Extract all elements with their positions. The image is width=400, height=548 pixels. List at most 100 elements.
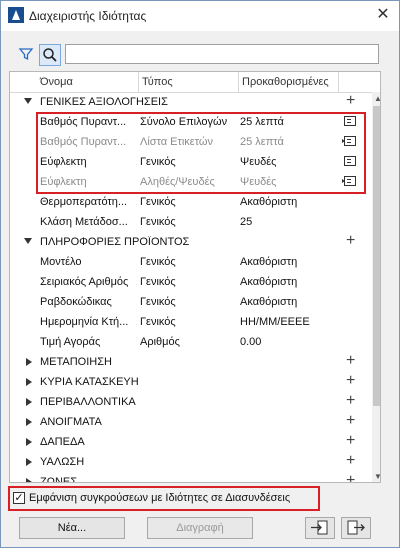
new-button[interactable]: Νέα...	[19, 517, 125, 539]
expand-triangle-icon[interactable]	[24, 238, 32, 244]
property-name: Τιμή Αγοράς	[40, 336, 101, 348]
column-header-default[interactable]: Προκαθορισμένες	[242, 76, 329, 88]
add-property-icon[interactable]: +	[346, 93, 355, 109]
property-name: Θερμοπερατότη...	[40, 196, 128, 208]
table-row[interactable]: Θερμοπερατότη... Γενικός Ακαθόριστη	[10, 192, 372, 212]
group-row[interactable]: ΔΑΠΕΔΑ +	[10, 432, 372, 452]
group-name: ΖΩΝΕΣ	[40, 476, 78, 483]
table-row[interactable]: Κλάση Μετάδοσ... Γενικός 25	[10, 212, 372, 232]
add-property-icon[interactable]: +	[346, 413, 355, 429]
table-row[interactable]: Σειριακός Αριθμός Γενικός Ακαθόριστη	[10, 272, 372, 292]
list-icon[interactable]	[344, 116, 356, 126]
search-icon[interactable]	[39, 44, 61, 66]
search-input[interactable]	[65, 44, 379, 64]
add-property-icon[interactable]: +	[346, 433, 355, 449]
scrollbar-thumb[interactable]	[373, 106, 380, 406]
list-link-icon[interactable]	[342, 176, 356, 186]
add-property-icon[interactable]: +	[346, 473, 355, 483]
group-row[interactable]: ΓΕΝΙΚΕΣ ΑΞΙΟΛΟΓΗΣΕΙΣ +	[10, 92, 372, 112]
close-icon[interactable]: ✕	[373, 5, 393, 25]
property-type: Γενικός	[140, 316, 176, 328]
column-header-type[interactable]: Τύπος	[142, 76, 173, 88]
property-name: Κλάση Μετάδοσ...	[40, 216, 128, 228]
table-row[interactable]: Εύφλεκτη Γενικός Ψευδές	[10, 152, 372, 172]
table-row[interactable]: Εύφλεκτη Αληθές/Ψευδές Ψευδές	[10, 172, 372, 192]
expand-triangle-icon[interactable]	[24, 98, 32, 104]
title-bar: Διαχειριστής Ιδιότητας ✕	[1, 1, 399, 31]
property-name: Ραβδοκώδικας	[40, 296, 112, 308]
property-name: Βαθμός Πυραντ...	[40, 136, 127, 148]
property-type: Γενικός	[140, 216, 176, 228]
list-icon[interactable]	[344, 156, 356, 166]
list-link-icon[interactable]	[342, 136, 356, 146]
collapse-triangle-icon[interactable]	[26, 418, 32, 426]
group-row[interactable]: ΜΕΤΑΠΟΙΗΣΗ +	[10, 352, 372, 372]
group-name: ΠΛΗΡΟΦΟΡΙΕΣ ΠΡΟΪΟΝΤΟΣ	[40, 236, 190, 248]
window-title: Διαχειριστής Ιδιότητας	[29, 9, 147, 23]
add-property-icon[interactable]: +	[346, 353, 355, 369]
group-name: ΓΕΝΙΚΕΣ ΑΞΙΟΛΟΓΗΣΕΙΣ	[40, 96, 168, 108]
collapse-triangle-icon[interactable]	[26, 478, 32, 482]
show-conflicts-checkbox[interactable]: ✓	[13, 492, 25, 504]
group-name: ΥΑΛΩΣΗ	[40, 456, 85, 468]
property-type: Γενικός	[140, 196, 176, 208]
group-row[interactable]: ΠΛΗΡΟΦΟΡΙΕΣ ΠΡΟΪΟΝΤΟΣ +	[10, 232, 372, 252]
property-type: Γενικός	[140, 276, 176, 288]
collapse-triangle-icon[interactable]	[26, 458, 32, 466]
property-default: Ακαθόριστη	[240, 276, 298, 288]
add-property-icon[interactable]: +	[346, 453, 355, 469]
import-button[interactable]	[305, 517, 335, 539]
group-row[interactable]: ΠΕΡΙΒΑΛΛΟΝΤΙΚΑ +	[10, 392, 372, 412]
property-type: Γενικός	[140, 156, 176, 168]
property-manager-window: Διαχειριστής Ιδιότητας ✕ Όνομα Τύπος Προ…	[0, 0, 400, 548]
property-default: Ακαθόριστη	[240, 256, 298, 268]
property-list: Όνομα Τύπος Προκαθορισμένες ΓΕΝΙΚΕΣ ΑΞΙΟ…	[9, 71, 381, 483]
group-row[interactable]: ΑΝΟΙΓΜΑΤΑ +	[10, 412, 372, 432]
table-row[interactable]: Βαθμός Πυραντ... Σύνολο Επιλογών 25 λεπτά	[10, 112, 372, 132]
group-row[interactable]: ΚΥΡΙΑ ΚΑΤΑΣΚΕΥΗ +	[10, 372, 372, 392]
property-type: Λίστα Ετικετών	[140, 136, 213, 148]
property-name: Σειριακός Αριθμός	[40, 276, 129, 288]
property-type: Γενικός	[140, 256, 176, 268]
export-button[interactable]	[341, 517, 371, 539]
property-type: Αληθές/Ψευδές	[140, 176, 215, 188]
property-name: Βαθμός Πυραντ...	[40, 116, 127, 128]
show-conflicts-label: Εμφάνιση συγκρούσεων με Ιδιότητες σε Δια…	[29, 492, 291, 504]
filter-icon[interactable]	[17, 45, 35, 63]
group-row[interactable]: ΖΩΝΕΣ +	[10, 472, 372, 483]
property-type: Γενικός	[140, 296, 176, 308]
property-default: 25 λεπτά	[240, 136, 284, 148]
add-property-icon[interactable]: +	[346, 373, 355, 389]
group-row[interactable]: ΥΑΛΩΣΗ +	[10, 452, 372, 472]
group-name: ΔΑΠΕΔΑ	[40, 436, 85, 448]
table-row[interactable]: Ραβδοκώδικας Γενικός Ακαθόριστη	[10, 292, 372, 312]
property-type: Αριθμός	[140, 336, 180, 348]
group-name: ΜΕΤΑΠΟΙΗΣΗ	[40, 356, 112, 368]
property-default: 0.00	[240, 336, 262, 348]
group-name: ΚΥΡΙΑ ΚΑΤΑΣΚΕΥΗ	[40, 376, 139, 388]
table-row[interactable]: Βαθμός Πυραντ... Λίστα Ετικετών 25 λεπτά	[10, 132, 372, 152]
delete-button[interactable]: Διαγραφή	[147, 517, 253, 539]
property-default: Ακαθόριστη	[240, 296, 298, 308]
column-header-name[interactable]: Όνομα	[40, 76, 73, 88]
property-default: 25 λεπτά	[240, 116, 284, 128]
table-row[interactable]: Ημερομηνία Κτή... Γενικός HH/MM/EEEE	[10, 312, 372, 332]
property-default: 25	[240, 216, 253, 228]
property-name: Ημερομηνία Κτή...	[40, 316, 129, 328]
property-name: Εύφλεκτη	[40, 176, 87, 188]
property-default: Ψευδές	[240, 176, 277, 188]
collapse-triangle-icon[interactable]	[26, 358, 32, 366]
export-icon	[347, 520, 365, 535]
property-default: Ψευδές	[240, 156, 277, 168]
property-name: Μοντέλο	[40, 256, 82, 268]
collapse-triangle-icon[interactable]	[26, 438, 32, 446]
table-row[interactable]: Τιμή Αγοράς Αριθμός 0.00	[10, 332, 372, 352]
table-row[interactable]: Μοντέλο Γενικός Ακαθόριστη	[10, 252, 372, 272]
collapse-triangle-icon[interactable]	[26, 378, 32, 386]
property-name: Εύφλεκτη	[40, 156, 87, 168]
show-conflicts-option[interactable]: ✓ Εμφάνιση συγκρούσεων με Ιδιότητες σε Δ…	[11, 489, 319, 509]
scrollbar[interactable]: ▲ ▼	[372, 92, 380, 482]
add-property-icon[interactable]: +	[346, 393, 355, 409]
collapse-triangle-icon[interactable]	[26, 398, 32, 406]
add-property-icon[interactable]: +	[346, 233, 355, 249]
